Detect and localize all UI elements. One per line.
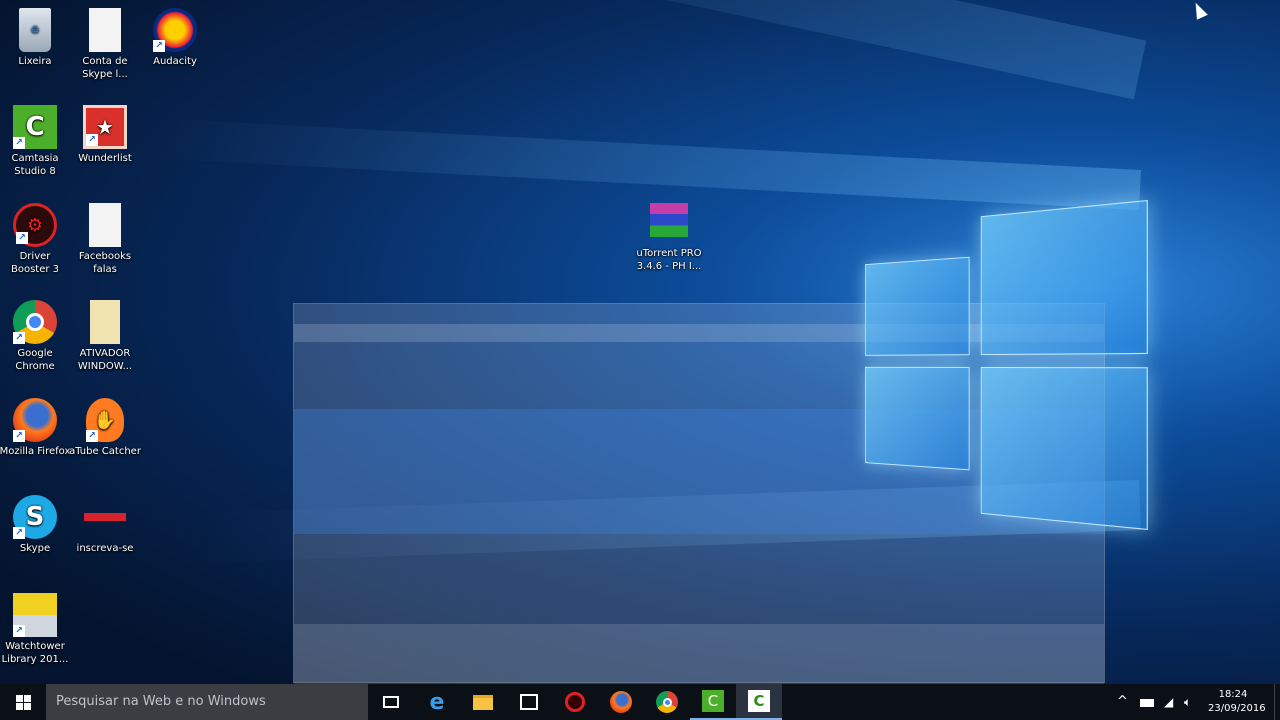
subscribe-image-icon bbox=[83, 495, 127, 539]
wunderlist-icon: ★ ↗ bbox=[83, 105, 127, 149]
taskbar-edge[interactable]: e bbox=[414, 684, 460, 720]
desktop-icon-ativador[interactable]: ATIVADOR WINDOW... bbox=[69, 300, 141, 373]
taskbar-driver-booster[interactable] bbox=[552, 684, 598, 720]
wallpaper-beam bbox=[150, 118, 1142, 210]
volume-icon[interactable]: 🔈︎ bbox=[1184, 684, 1191, 720]
windows-start-icon bbox=[15, 694, 31, 710]
task-view-button[interactable] bbox=[368, 684, 414, 720]
taskbar-camtasia-recorder[interactable]: C bbox=[736, 684, 782, 720]
desktop-icon-conta-skype[interactable]: Conta de Skype l... bbox=[69, 8, 141, 81]
watchtower-library-icon: ↗ bbox=[13, 593, 57, 637]
edge-icon: e bbox=[429, 689, 445, 715]
network-icon[interactable]: ◢ bbox=[1164, 684, 1173, 720]
taskbar-store[interactable] bbox=[506, 684, 552, 720]
zip-folder-icon bbox=[90, 300, 120, 344]
battery-icon[interactable] bbox=[1140, 684, 1154, 720]
clock-date: 23/09/2016 bbox=[1208, 703, 1266, 714]
text-document-icon bbox=[89, 203, 121, 247]
desktop-icon-inscreva-se[interactable]: inscreva-se bbox=[69, 495, 141, 555]
camtasia-icon: C bbox=[702, 690, 724, 712]
desktop-icon-lixeira[interactable]: ♻ Lixeira bbox=[0, 8, 71, 68]
firefox-icon bbox=[610, 691, 632, 713]
driver-booster-icon bbox=[565, 692, 585, 712]
show-hidden-icons-button[interactable]: ^ bbox=[1117, 684, 1128, 720]
desktop-icon-wunderlist[interactable]: ★ ↗ Wunderlist bbox=[69, 105, 141, 165]
show-desktop-button[interactable] bbox=[1274, 684, 1280, 720]
windows-logo-wallpaper bbox=[864, 199, 1148, 531]
desktop-icon-chrome[interactable]: ↗ Google Chrome bbox=[0, 300, 71, 373]
text-document-icon bbox=[89, 8, 121, 52]
search-box[interactable]: Pesquisar na Web e no Windows bbox=[46, 684, 368, 720]
clock[interactable]: 18:24 23/09/2016 bbox=[1208, 684, 1266, 720]
camtasia-recorder-icon: C bbox=[748, 690, 770, 712]
taskbar-file-explorer[interactable] bbox=[460, 684, 506, 720]
desktop-icon-facebooks-falas[interactable]: Facebooks falas bbox=[69, 203, 141, 276]
atube-catcher-icon: ✋ ↗ bbox=[86, 398, 124, 442]
chrome-icon bbox=[656, 691, 678, 713]
wallpaper-beam bbox=[312, 0, 1147, 100]
desktop-icon-atube-catcher[interactable]: ✋ ↗ aTube Catcher bbox=[69, 398, 141, 458]
desktop-icon-skype[interactable]: S ↗ Skype bbox=[0, 495, 71, 555]
skype-icon: S ↗ bbox=[13, 495, 57, 539]
desktop-icon-camtasia[interactable]: C ↗ Camtasia Studio 8 bbox=[0, 105, 71, 178]
taskbar-chrome[interactable] bbox=[644, 684, 690, 720]
recycle-bin-icon: ♻ bbox=[19, 8, 51, 52]
winrar-archive-icon bbox=[650, 203, 688, 237]
firefox-icon: ↗ bbox=[13, 398, 57, 442]
desktop-icon-audacity[interactable]: ↗ Audacity bbox=[139, 8, 211, 68]
desktop-icon-firefox[interactable]: ↗ Mozilla Firefox bbox=[0, 398, 71, 458]
start-button[interactable] bbox=[0, 684, 46, 720]
camtasia-icon: C ↗ bbox=[13, 105, 57, 149]
folder-icon bbox=[473, 694, 493, 710]
taskbar-firefox[interactable] bbox=[598, 684, 644, 720]
desktop-icon-driver-booster[interactable]: ⚙ ↗ Driver Booster 3 bbox=[0, 203, 71, 276]
clock-time: 18:24 bbox=[1218, 689, 1248, 700]
chrome-icon: ↗ bbox=[13, 300, 57, 344]
desktop-icon-utorrent-pro[interactable]: uTorrent PRO 3.4.6 - PH I... bbox=[633, 203, 705, 273]
taskbar: Pesquisar na Web e no Windows e C C ^ ◢ … bbox=[0, 684, 1280, 720]
driver-booster-icon: ⚙ ↗ bbox=[13, 203, 57, 247]
store-bag-icon bbox=[520, 694, 538, 710]
mouse-cursor bbox=[1190, 0, 1208, 20]
audacity-icon: ↗ bbox=[153, 8, 197, 52]
taskbar-camtasia[interactable]: C bbox=[690, 684, 736, 720]
task-view-icon bbox=[383, 696, 399, 708]
desktop-icon-watchtower[interactable]: ↗ Watchtower Library 201... bbox=[0, 593, 71, 666]
